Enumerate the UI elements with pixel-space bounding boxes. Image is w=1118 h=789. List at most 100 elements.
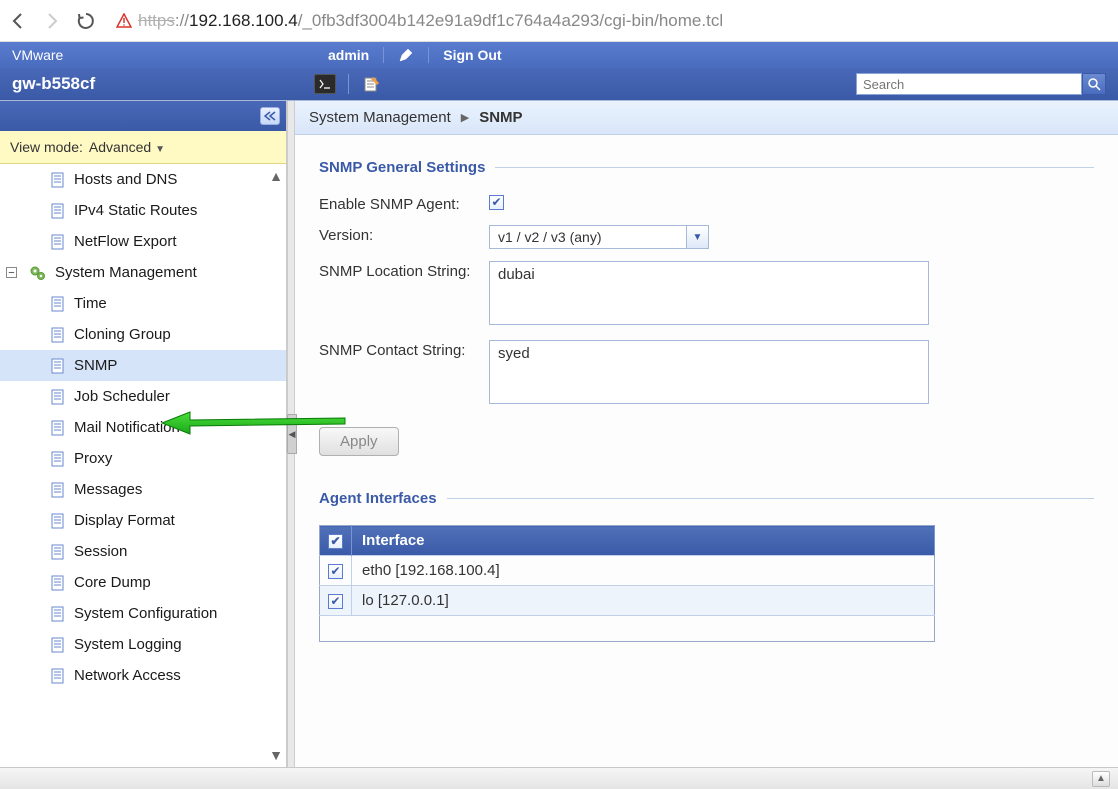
section-title-text: Agent Interfaces	[319, 490, 437, 507]
table-row[interactable]: ✔ lo [127.0.0.1]	[320, 586, 935, 616]
brand-label: VMware	[12, 47, 314, 63]
sidebar-item-sysconfig[interactable]: System Configuration	[0, 598, 286, 629]
sidebar-item-label: System Logging	[74, 636, 182, 653]
url-path: /_0fb3df3004b142e91a9df1c764a4a293/cgi-b…	[298, 11, 723, 31]
document-icon	[50, 606, 66, 622]
document-icon	[50, 575, 66, 591]
document-icon	[50, 389, 66, 405]
sidebar-item-proxy[interactable]: Proxy	[0, 443, 286, 474]
interface-cell: eth0 [192.168.100.4]	[352, 556, 935, 586]
document-icon	[50, 296, 66, 312]
document-icon	[50, 482, 66, 498]
main-content: System Management ▶ SNMP SNMP General Se…	[295, 101, 1118, 767]
sidebar-top	[0, 101, 286, 131]
section-agent-interfaces: Agent Interfaces	[319, 490, 1094, 507]
sidebar-item-hosts-dns[interactable]: Hosts and DNS	[0, 164, 286, 195]
url-host: 192.168.100.4	[189, 11, 298, 31]
sidebar-item-messages[interactable]: Messages	[0, 474, 286, 505]
device-name: gw-b558cf	[12, 74, 314, 94]
back-button[interactable]	[6, 9, 30, 33]
splitter-handle[interactable]: ◀	[287, 414, 297, 454]
version-value: v1 / v2 / v3 (any)	[489, 225, 687, 249]
sidebar-item-label: Job Scheduler	[74, 388, 170, 405]
expand-up-icon[interactable]: ▲	[1092, 771, 1110, 787]
sidebar-item-snmp[interactable]: SNMP	[0, 350, 286, 381]
collapse-icon[interactable]: −	[6, 267, 17, 278]
edit-icon[interactable]	[384, 47, 429, 63]
document-icon	[50, 234, 66, 250]
search-input[interactable]	[856, 73, 1082, 95]
view-mode-bar: View mode: Advanced ▼	[0, 131, 286, 164]
splitter[interactable]: ◀	[287, 101, 295, 767]
row-checkbox[interactable]: ✔	[328, 594, 343, 609]
document-icon	[50, 327, 66, 343]
location-label: SNMP Location String:	[319, 261, 489, 280]
url-bar[interactable]: https://192.168.100.4/_0fb3df3004b142e91…	[108, 7, 1112, 35]
terminal-icon[interactable]	[314, 74, 336, 94]
document-icon	[50, 172, 66, 188]
view-mode-value: Advanced	[89, 139, 151, 155]
forward-button[interactable]	[40, 9, 64, 33]
document-icon	[50, 544, 66, 560]
current-user: admin	[314, 47, 384, 63]
sign-out-link[interactable]: Sign Out	[429, 47, 515, 63]
table-row[interactable]: ✔ eth0 [192.168.100.4]	[320, 556, 935, 586]
version-select[interactable]: v1 / v2 / v3 (any) ▼	[489, 225, 709, 249]
scroll-up-icon[interactable]: ▲	[269, 168, 283, 184]
contact-label: SNMP Contact String:	[319, 340, 489, 359]
view-mode-select[interactable]: Advanced ▼	[89, 139, 165, 155]
sidebar-item-network-access[interactable]: Network Access	[0, 660, 286, 691]
select-all-checkbox[interactable]: ✔	[320, 526, 352, 556]
sidebar-item-label: Mail Notification	[74, 419, 180, 436]
sidebar-item-label: System Configuration	[74, 605, 217, 622]
version-label: Version:	[319, 225, 489, 244]
sidebar: View mode: Advanced ▼ Hosts and DNS IPv4…	[0, 101, 287, 767]
document-icon	[50, 513, 66, 529]
document-icon	[50, 637, 66, 653]
sidebar-item-time[interactable]: Time	[0, 288, 286, 319]
sidebar-item-label: IPv4 Static Routes	[74, 202, 197, 219]
breadcrumb-parent[interactable]: System Management	[309, 109, 451, 126]
sidebar-item-job-scheduler[interactable]: Job Scheduler	[0, 381, 286, 412]
breadcrumb-current: SNMP	[479, 109, 522, 126]
interface-cell: lo [127.0.0.1]	[352, 586, 935, 616]
scroll-down-icon[interactable]: ▼	[269, 747, 283, 763]
sidebar-item-ipv4-routes[interactable]: IPv4 Static Routes	[0, 195, 286, 226]
sidebar-item-label: Hosts and DNS	[74, 171, 177, 188]
apply-button[interactable]: Apply	[319, 427, 399, 456]
document-icon	[50, 203, 66, 219]
toolbar-divider	[348, 74, 349, 94]
chevron-down-icon[interactable]: ▼	[687, 225, 709, 249]
document-icon	[50, 668, 66, 684]
nav-tree: Hosts and DNS IPv4 Static Routes NetFlow…	[0, 164, 286, 691]
document-icon	[50, 451, 66, 467]
security-warning-icon	[116, 13, 132, 29]
document-icon	[50, 358, 66, 374]
search-button[interactable]	[1082, 73, 1106, 95]
sidebar-item-label: Time	[74, 295, 107, 312]
sidebar-item-cloning[interactable]: Cloning Group	[0, 319, 286, 350]
sidebar-item-label: Network Access	[74, 667, 181, 684]
row-checkbox[interactable]: ✔	[328, 564, 343, 579]
sidebar-collapse-button[interactable]	[260, 107, 280, 125]
sidebar-item-mail[interactable]: Mail Notification	[0, 412, 286, 443]
sidebar-item-netflow[interactable]: NetFlow Export	[0, 226, 286, 257]
enable-snmp-checkbox[interactable]: ✔	[489, 195, 504, 210]
sidebar-item-syslogging[interactable]: System Logging	[0, 629, 286, 660]
browser-toolbar: https://192.168.100.4/_0fb3df3004b142e91…	[0, 0, 1118, 42]
url-protocol: https	[138, 11, 175, 31]
contact-textarea[interactable]	[489, 340, 929, 404]
sidebar-item-label: Session	[74, 543, 127, 560]
interfaces-table: ✔ Interface ✔ eth0 [192.168.100.4] ✔ lo …	[319, 525, 935, 642]
table-empty-row	[320, 616, 935, 642]
sidebar-item-core-dump[interactable]: Core Dump	[0, 567, 286, 598]
sidebar-item-display-format[interactable]: Display Format	[0, 505, 286, 536]
sidebar-item-session[interactable]: Session	[0, 536, 286, 567]
notes-icon[interactable]	[361, 74, 383, 94]
location-textarea[interactable]	[489, 261, 929, 325]
reload-button[interactable]	[74, 9, 98, 33]
col-interface[interactable]: Interface	[352, 526, 935, 556]
document-icon	[50, 420, 66, 436]
breadcrumb-sep-icon: ▶	[461, 111, 469, 124]
sidebar-section-system-management[interactable]: − System Management	[0, 257, 286, 288]
